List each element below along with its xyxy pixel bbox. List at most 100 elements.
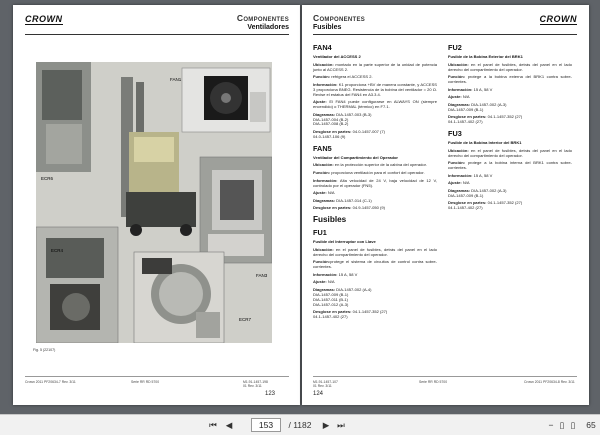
detail-paragraph: Función: protege a la bobina externa del… (448, 74, 572, 85)
field-label: Ajuste: (313, 190, 327, 196)
item-title-paragraph: Fusible de la Bobina Exterior del BRK1 (448, 54, 572, 60)
detail-paragraph: Ubicación: en la protección superior de … (313, 162, 437, 168)
footer-right: Crown 2011 PF20634-8 Rev. 3/11 (524, 380, 575, 384)
field-label: Ajuste: (448, 180, 462, 186)
callout-ecr7: ECR7 (239, 317, 252, 322)
header-rule (313, 34, 577, 35)
section-heading: FU3 (448, 129, 462, 139)
field-value: N/A (326, 279, 335, 285)
page-123: CROWN Componentes Ventiladores FAN1 ECR6… (13, 5, 300, 405)
first-page-icon[interactable]: ⏮ (208, 419, 218, 432)
field-label: Función: (313, 170, 331, 175)
field-label: Diagramas: (313, 197, 336, 203)
detail-paragraph: Diagramas: DIA-1457-003 (B-3) DIA-1457-0… (313, 112, 437, 128)
field-value: N/A (326, 190, 335, 196)
page-124: Componentes Fusibles CROWN FAN4 Ventilado… (302, 5, 589, 405)
detail-paragraph: Ubicación: montado en la parte superior … (313, 62, 437, 73)
section-title: Componentes (236, 13, 289, 23)
field-label: Información: (448, 86, 473, 92)
field-value: 15 A, 58 V (472, 86, 493, 92)
field-value: N/A (461, 94, 470, 100)
detail-paragraph: Ajuste: N/A (448, 180, 572, 186)
page-input[interactable]: 153 (251, 418, 281, 432)
item-title: Ventilador del ACCESS 2 (313, 54, 361, 59)
section-heading: Fusibles (313, 215, 347, 225)
item-title: Fusible de la Bobina Interior del BRK1 (448, 140, 522, 146)
item-title-paragraph: Ventilador del Compartimiento del Operad… (313, 154, 437, 161)
detail-paragraph: Desglose en partes: 04.9-1457-050 (9) (313, 205, 437, 211)
field-value: 15 A, 58 V (337, 271, 358, 277)
single-page-icon[interactable]: ▯ (557, 419, 567, 432)
detail-paragraph: Función:protege el sistema de circuitos … (313, 259, 437, 270)
page-number: 124 (313, 391, 324, 397)
item-title: Ventilador del Compartimiento del Operad… (313, 154, 398, 160)
field-label: Ubicación: (313, 162, 334, 168)
detail-paragraph: Ubicación: en el panel de fusibles, detr… (313, 247, 437, 258)
detail-paragraph: Información: 15 A, 58 V (448, 172, 572, 179)
page-number: 123 (265, 391, 276, 397)
detail-paragraph: Desglose en partes: 04.1-1457-352 (27) 0… (313, 309, 437, 320)
footer-rule (25, 376, 289, 377)
section-title: Componentes (313, 13, 366, 23)
crown-logo: CROWN (539, 14, 577, 25)
callout-ecr4: ECR4 (51, 248, 64, 253)
detail-paragraph: Desglose en partes: 04.0-1457-007 (7) 04… (313, 129, 437, 140)
detail-paragraph: Ajuste: N/A (448, 94, 572, 100)
text-column-right: FU2 Fusible de la Bobina Exterior del BRK… (448, 39, 572, 214)
field-value: N/A (461, 180, 470, 186)
footer-right: M1.91-1457-198 01 Rev. 3/11 (243, 380, 268, 389)
detail-paragraph: Información: 15 A, 58 V (313, 271, 437, 278)
field-label: Ajuste: (448, 94, 462, 100)
text-column-left: FAN4 Ventilador del ACCESS 2 Ubicación: mo… (313, 39, 437, 323)
detail-paragraph: Información: Alta velocidad de 24 V, baj… (313, 178, 437, 189)
field-label: Desglose en partes: (313, 205, 352, 211)
subsection-title: Ventiladores (247, 24, 289, 31)
item-title: Fusible de la Bobina Exterior del BRK1 (448, 54, 523, 59)
detail-paragraph: Ubicación: en el panel de fusibles, detr… (448, 148, 572, 159)
crown-logo: CROWN (25, 14, 63, 25)
detail-paragraph: Función: refrigera el ACCESS 2. (313, 74, 437, 80)
viewer-toolbar: ⏮ ◀ 153 / 1182 ▶ ⏭ − ▯ ▯ 65 (0, 414, 600, 435)
document-viewer[interactable]: CROWN Componentes Ventiladores FAN1 ECR6… (0, 0, 600, 414)
item-title-paragraph: Fusible del Interruptor con Llave (313, 239, 437, 245)
item-title-paragraph: Fusible de la Bobina Interior del BRK1 (448, 140, 572, 146)
figure-photo (36, 62, 272, 343)
detail-paragraph: Información: K1 proporciona +BV de maner… (313, 82, 437, 98)
callout-ecr6: ECR6 (41, 176, 54, 181)
callout-fan3: FAN3 (256, 273, 268, 278)
total-pages: / 1182 (288, 420, 312, 430)
detail-paragraph: Ajuste: N/A (313, 279, 437, 285)
detail-paragraph: Información: 15 A, 58 V (448, 86, 572, 93)
item-title-paragraph: Ventilador del ACCESS 2 (313, 54, 437, 60)
detail-paragraph: Ajuste: El FAN4 puede configurarse en AL… (313, 99, 437, 110)
figure-photo-art (36, 62, 272, 343)
detail-paragraph: Desglose en partes: 04.1-1457-352 (27) 0… (448, 200, 572, 211)
last-page-icon[interactable]: ⏭ (336, 419, 346, 432)
next-page-icon[interactable]: ▶ (321, 419, 331, 432)
detail-paragraph: Diagramas: DIA-1457-002 (A-4) DIA-1457-0… (313, 287, 437, 308)
field-value: en la protección superior de la cabina d… (333, 162, 427, 168)
detail-paragraph: Función: protege a la bobina interna del… (448, 160, 572, 171)
field-value: DIA-1457-014 (C-1) (335, 197, 372, 203)
field-label: Información: (448, 172, 473, 178)
zoom-out-icon[interactable]: − (546, 419, 556, 432)
field-label: Función: (313, 74, 331, 80)
subsection-title: Fusibles (313, 24, 342, 31)
section-heading: FU1 (313, 228, 327, 238)
footer-center: Serie RR RD 5700 (131, 380, 160, 384)
callout-fan1: FAN1 (170, 77, 182, 82)
zoom-level[interactable]: 65 (583, 419, 599, 432)
footer-left: M1.91-1457-107 01 Rev. 3/11 (313, 380, 338, 389)
header-rule (25, 34, 289, 35)
prev-page-icon[interactable]: ◀ (224, 419, 234, 432)
two-page-icon[interactable]: ▯ (568, 419, 578, 432)
detail-paragraph: Desglose en partes: 04.1-1457-352 (27) 0… (448, 114, 572, 125)
footer-center: Serie RR RD 5700 (419, 380, 448, 384)
detail-paragraph: Diagramas: DIA-1457-002 (A-3) DIA-1457-0… (448, 188, 572, 199)
section-heading: FAN5 (313, 143, 332, 153)
footer-left: Crown 2011 PF20634-7 Rev. 3/11 (25, 380, 76, 384)
field-label: Ajuste: (313, 279, 327, 285)
field-value: protege el sistema de circuitos de contr… (313, 259, 437, 270)
field-value: refrigera el ACCESS 2. (330, 74, 373, 80)
item-title: Fusible del Interruptor con Llave (313, 239, 376, 245)
